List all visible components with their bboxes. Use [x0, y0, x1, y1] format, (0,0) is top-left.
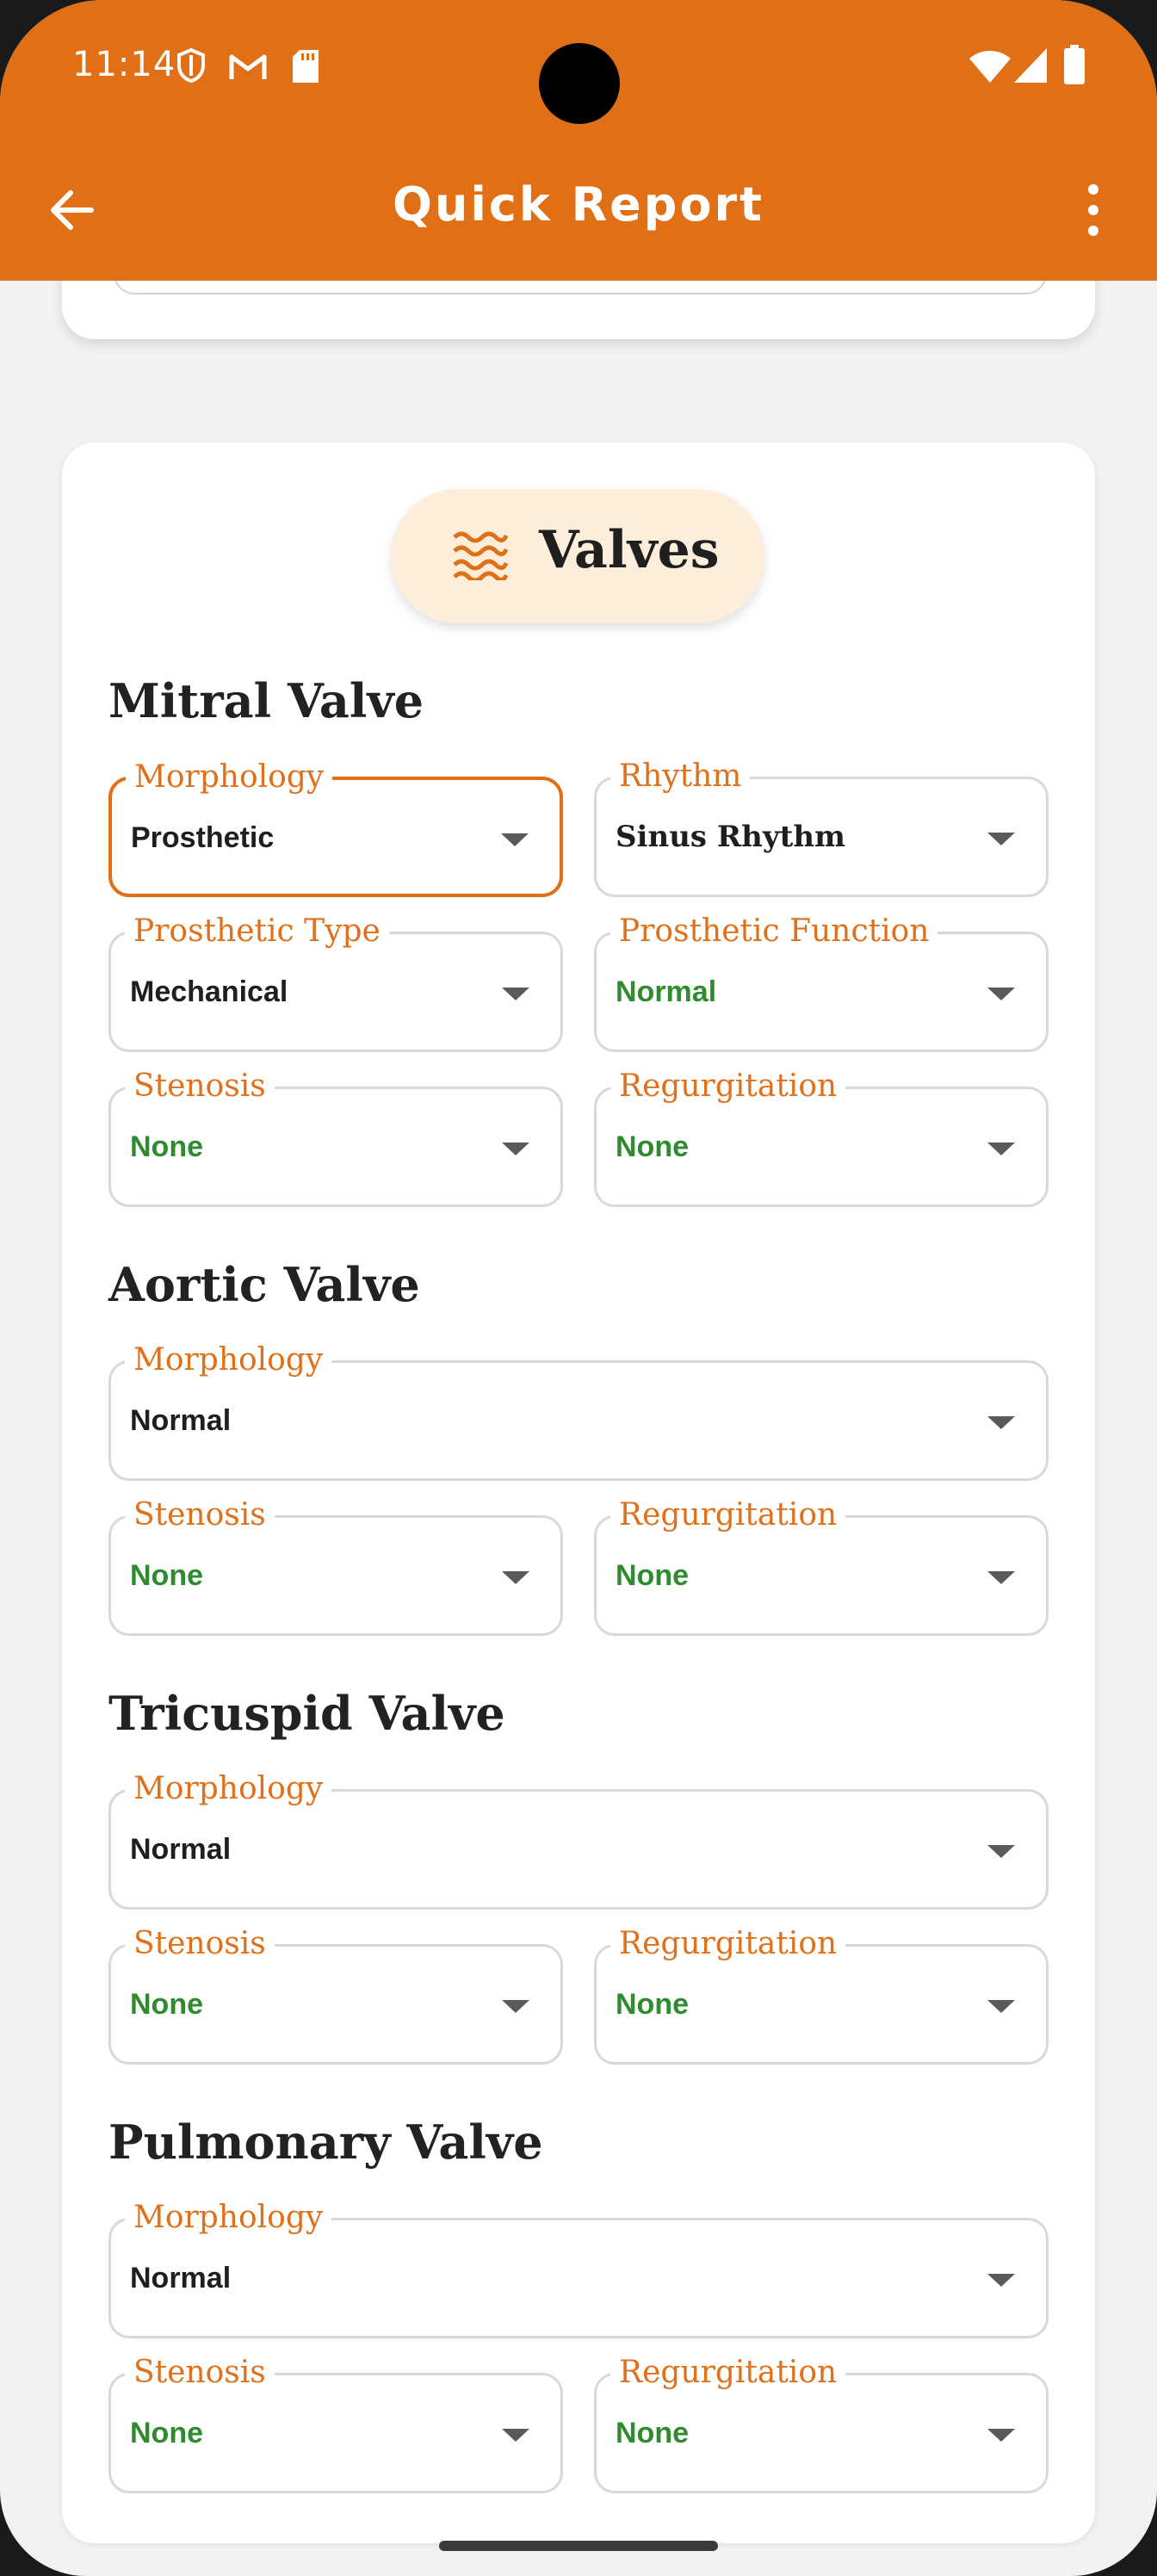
field-value: Normal	[130, 2262, 232, 2294]
dropdown-arrow-icon	[987, 1142, 1015, 1155]
field-value: None	[130, 1988, 203, 2021]
phone-screen: 11:14 Quick Report Valves Mitral Valve M…	[0, 0, 1157, 2576]
camera-cutout	[539, 43, 620, 124]
status-bar: 11:14	[0, 0, 1157, 138]
shield-icon	[177, 48, 205, 83]
field-value: Prosthetic	[131, 821, 275, 854]
app-bar-title: Quick Report	[393, 177, 764, 232]
valves-section-header: Valves	[391, 489, 764, 623]
field-value: None	[130, 2417, 203, 2449]
waves-icon	[453, 531, 508, 580]
dropdown-arrow-icon	[987, 1571, 1015, 1584]
field-value: None	[616, 1988, 689, 2021]
tricuspid-valve-title: Tricuspid Valve	[108, 1686, 505, 1741]
app-bar: 11:14 Quick Report	[0, 0, 1157, 281]
mitral-regurgitation-dropdown[interactable]: Regurgitation None	[594, 1065, 1049, 1207]
mitral-prosthetic-type-dropdown[interactable]: Prosthetic Type Mechanical	[108, 910, 563, 1052]
dropdown-arrow-icon	[501, 833, 529, 846]
field-value: Mechanical	[130, 975, 288, 1008]
pulmonary-valve-title: Pulmonary Valve	[108, 2115, 543, 2170]
signal-icon	[1014, 48, 1047, 83]
field-value: Sinus Rhythm	[616, 820, 846, 854]
dropdown-arrow-icon	[502, 988, 529, 1000]
mitral-valve-title: Mitral Valve	[108, 673, 424, 728]
dropdown-arrow-icon	[987, 2000, 1015, 2013]
section-title: Valves	[539, 520, 720, 580]
aortic-valve-title: Aortic Valve	[108, 1257, 420, 1312]
dropdown-arrow-icon	[502, 1142, 529, 1155]
tricuspid-morphology-dropdown[interactable]: Morphology Normal	[108, 1768, 1049, 1910]
dropdown-arrow-icon	[987, 2429, 1015, 2442]
pulmonary-stenosis-dropdown[interactable]: Stenosis None	[108, 2351, 563, 2493]
status-time: 11:14	[72, 45, 176, 84]
dropdown-arrow-icon	[987, 988, 1015, 1000]
tricuspid-regurgitation-dropdown[interactable]: Regurgitation None	[594, 1923, 1049, 2065]
gmail-icon	[229, 54, 267, 79]
dropdown-arrow-icon	[987, 1416, 1015, 1429]
tricuspid-stenosis-dropdown[interactable]: Stenosis None	[108, 1923, 563, 2065]
dropdown-arrow-icon	[502, 1571, 529, 1584]
mitral-morphology-dropdown[interactable]: Morphology Prosthetic	[108, 756, 563, 897]
dropdown-arrow-icon	[987, 833, 1015, 845]
field-value: None	[616, 1559, 689, 1592]
pulmonary-regurgitation-dropdown[interactable]: Regurgitation None	[594, 2351, 1049, 2493]
more-options-icon[interactable]	[1076, 183, 1111, 238]
field-value: Normal	[130, 1404, 232, 1437]
aortic-morphology-dropdown[interactable]: Morphology Normal	[108, 1339, 1049, 1481]
gesture-nav-handle[interactable]	[439, 2541, 718, 2551]
wifi-icon	[969, 51, 1011, 83]
field-value: Normal	[616, 975, 717, 1008]
dropdown-arrow-icon	[502, 2429, 529, 2442]
dropdown-arrow-icon	[987, 1845, 1015, 1858]
mitral-stenosis-dropdown[interactable]: Stenosis None	[108, 1065, 563, 1207]
battery-icon	[1064, 45, 1085, 84]
dropdown-arrow-icon	[987, 2274, 1015, 2287]
field-value: None	[130, 1559, 203, 1592]
field-value: None	[616, 1130, 689, 1163]
sd-card-icon	[293, 50, 319, 83]
field-value: Normal	[130, 1833, 232, 1866]
field-value: None	[130, 1130, 203, 1163]
aortic-regurgitation-dropdown[interactable]: Regurgitation None	[594, 1494, 1049, 1636]
aortic-stenosis-dropdown[interactable]: Stenosis None	[108, 1494, 563, 1636]
mitral-rhythm-dropdown[interactable]: Rhythm Sinus Rhythm	[594, 755, 1049, 897]
dropdown-arrow-icon	[502, 2000, 529, 2013]
pulmonary-morphology-dropdown[interactable]: Morphology Normal	[108, 2196, 1049, 2338]
mitral-prosthetic-function-dropdown[interactable]: Prosthetic Function Normal	[594, 910, 1049, 1052]
field-value: None	[616, 2417, 689, 2449]
